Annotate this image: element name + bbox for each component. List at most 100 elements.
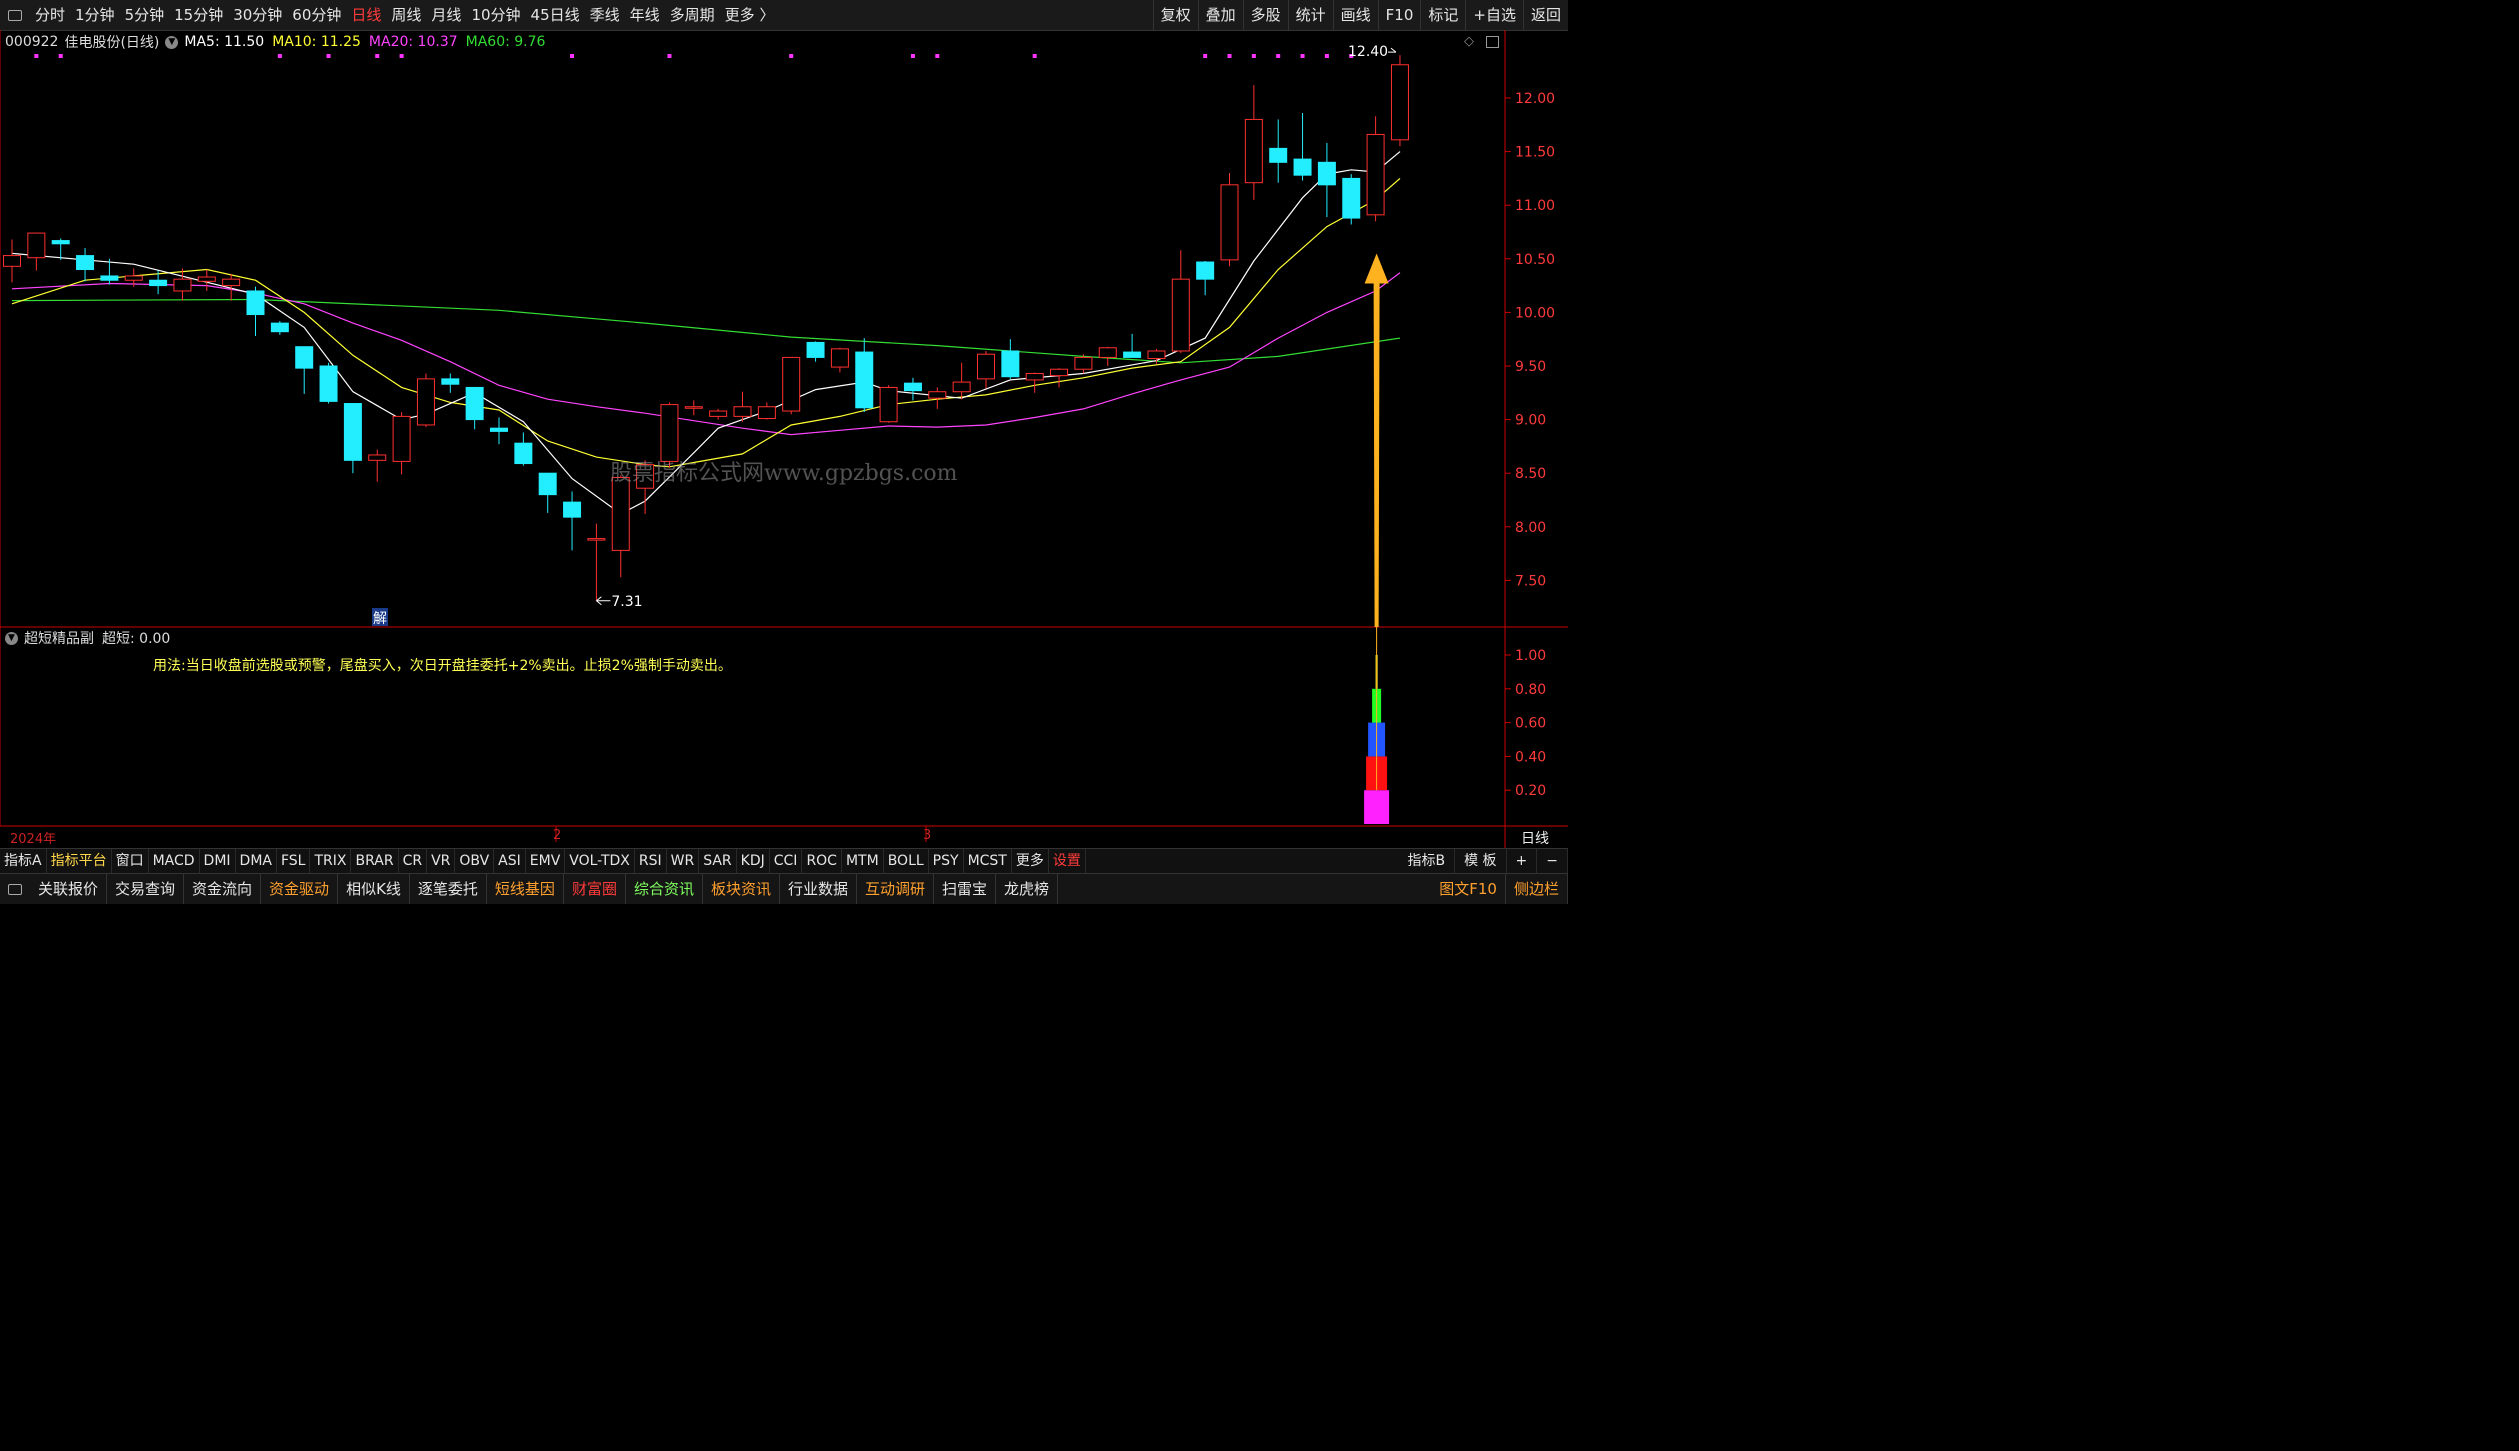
period-0[interactable]: 分时 [30, 0, 70, 30]
function-button-12[interactable]: 扫雷宝 [934, 874, 997, 904]
candle-body-29[interactable] [709, 410, 728, 417]
candle-body-37[interactable] [903, 382, 922, 392]
period-14[interactable]: 更多 〉 [720, 0, 780, 30]
top-tool-7[interactable]: +自选 [1465, 0, 1523, 30]
period-11[interactable]: 季线 [585, 0, 625, 30]
top-tool-0[interactable]: 复权 [1152, 0, 1198, 30]
indicator-tab-5[interactable]: DMA [236, 849, 277, 873]
candle-body-39[interactable] [952, 381, 971, 393]
candle-body-55[interactable] [1342, 177, 1361, 219]
function-right-1[interactable]: 侧边栏 [1506, 874, 1568, 904]
candle-body-34[interactable] [830, 348, 849, 368]
candle-body-57[interactable] [1390, 64, 1409, 141]
period-12[interactable]: 年线 [625, 0, 665, 30]
function-button-6[interactable]: 短线基因 [487, 874, 564, 904]
function-button-5[interactable]: 逐笔委托 [410, 874, 487, 904]
candle-body-11[interactable] [270, 322, 289, 333]
indicator-tab-22[interactable]: BOLL [884, 849, 929, 873]
candle-body-20[interactable] [490, 427, 508, 432]
candle-body-46[interactable] [1123, 351, 1142, 358]
function-button-2[interactable]: 资金流向 [184, 874, 262, 904]
function-button-8[interactable]: 综合资讯 [626, 874, 703, 904]
candle-body-1[interactable] [27, 232, 46, 259]
candle-body-28[interactable] [684, 406, 703, 409]
top-tool-5[interactable]: F10 [1377, 0, 1421, 30]
candle-body-23[interactable] [563, 501, 582, 518]
indicator-tab-21[interactable]: MTM [842, 849, 884, 873]
window-toggle-icon[interactable] [0, 0, 30, 30]
candle-body-56[interactable] [1366, 133, 1385, 216]
candle-body-17[interactable] [416, 378, 435, 426]
kline-chart-svg[interactable]: 12.00 11.50 11.00 10.50 10.00 9.50 9.00 8.50 8.0… [0, 30, 1568, 848]
candle-body-44[interactable] [1074, 356, 1093, 370]
indicator-tab-23[interactable]: PSY [929, 849, 964, 873]
function-button-13[interactable]: 龙虎榜 [996, 874, 1059, 904]
function-button-7[interactable]: 财富圈 [564, 874, 626, 904]
indicator-tab-7[interactable]: TRIX [310, 849, 352, 873]
candle-body-19[interactable] [465, 386, 484, 421]
candle-body-24[interactable] [587, 538, 606, 541]
indicator-right-0[interactable]: 指标B [1398, 849, 1456, 873]
period-13[interactable]: 多周期 [665, 0, 720, 30]
candle-body-48[interactable] [1171, 278, 1190, 352]
indicator-tab-17[interactable]: SAR [699, 849, 737, 873]
candle-body-13[interactable] [319, 365, 338, 402]
function-button-11[interactable]: 互动调研 [857, 874, 935, 904]
function-button-9[interactable]: 板块资讯 [703, 874, 780, 904]
period-10[interactable]: 45日线 [526, 0, 585, 30]
candle-body-40[interactable] [977, 353, 995, 380]
indicator-tab-0[interactable]: 指标A [0, 849, 47, 873]
indicator-tab-20[interactable]: ROC [802, 849, 842, 873]
candle-body-9[interactable] [222, 278, 241, 287]
candle-body-21[interactable] [514, 442, 533, 465]
legend-collapse-icon[interactable]: ▼ [165, 35, 179, 49]
diamond-icon[interactable]: ◇ [1464, 34, 1474, 49]
indicator-right-1[interactable]: 模 板 [1455, 849, 1507, 873]
candle-body-54[interactable] [1317, 161, 1336, 186]
candle-body-12[interactable] [295, 346, 314, 369]
function-bar-toggle-icon[interactable] [0, 874, 30, 904]
indicator-tab-18[interactable]: KDJ [737, 849, 770, 873]
function-right-0[interactable]: 图文F10 [1431, 874, 1506, 904]
period-9[interactable]: 10分钟 [466, 0, 525, 30]
indicator-right-3[interactable]: − [1537, 849, 1568, 873]
indicator-tab-24[interactable]: MCST [964, 849, 1012, 873]
candle-body-3[interactable] [76, 255, 95, 271]
candle-body-10[interactable] [246, 290, 265, 316]
candle-body-15[interactable] [368, 454, 387, 461]
indicator-tab-19[interactable]: CCI [770, 849, 803, 873]
top-tool-2[interactable]: 多股 [1242, 0, 1288, 30]
candle-body-41[interactable] [1001, 350, 1020, 378]
indicator-tab-11[interactable]: OBV [455, 849, 495, 873]
candle-body-16[interactable] [392, 415, 411, 462]
period-4[interactable]: 30分钟 [228, 0, 287, 30]
period-6[interactable]: 日线 [346, 0, 386, 30]
function-button-4[interactable]: 相似K线 [338, 874, 410, 904]
top-tool-6[interactable]: 标记 [1420, 0, 1465, 30]
candle-body-47[interactable] [1147, 350, 1166, 359]
indicator-tab-12[interactable]: ASI [494, 849, 526, 873]
candle-body-35[interactable] [855, 351, 874, 409]
chart-area[interactable]: 12.00 11.50 11.00 10.50 10.00 9.50 9.00 8.50 8.0… [0, 30, 1568, 848]
period-3[interactable]: 15分钟 [169, 0, 228, 30]
candle-body-43[interactable] [1050, 368, 1069, 377]
indicator-tab-14[interactable]: VOL-TDX [565, 849, 635, 873]
indicator-tab-6[interactable]: FSL [277, 849, 311, 873]
top-tool-1[interactable]: 叠加 [1197, 0, 1243, 30]
candle-body-6[interactable] [149, 279, 168, 287]
indicator-tab-4[interactable]: DMI [200, 849, 236, 873]
top-tool-4[interactable]: 画线 [1332, 0, 1378, 30]
function-button-0[interactable]: 关联报价 [30, 874, 108, 904]
candle-body-42[interactable] [1025, 373, 1044, 381]
candle-body-8[interactable] [197, 276, 216, 282]
candle-body-14[interactable] [343, 403, 362, 461]
sub-panel-collapse-icon[interactable]: ▼ [5, 631, 18, 645]
candle-body-2[interactable] [51, 240, 70, 245]
function-button-1[interactable]: 交易查询 [107, 874, 185, 904]
sub-panel-title[interactable]: 超短精品副 [24, 628, 94, 648]
top-tool-8[interactable]: 返回 [1522, 0, 1568, 30]
indicator-tab-15[interactable]: RSI [635, 849, 667, 873]
stock-name[interactable]: 佳电股份 [64, 32, 120, 52]
candle-body-38[interactable] [928, 391, 947, 399]
candle-body-31[interactable] [757, 406, 776, 420]
